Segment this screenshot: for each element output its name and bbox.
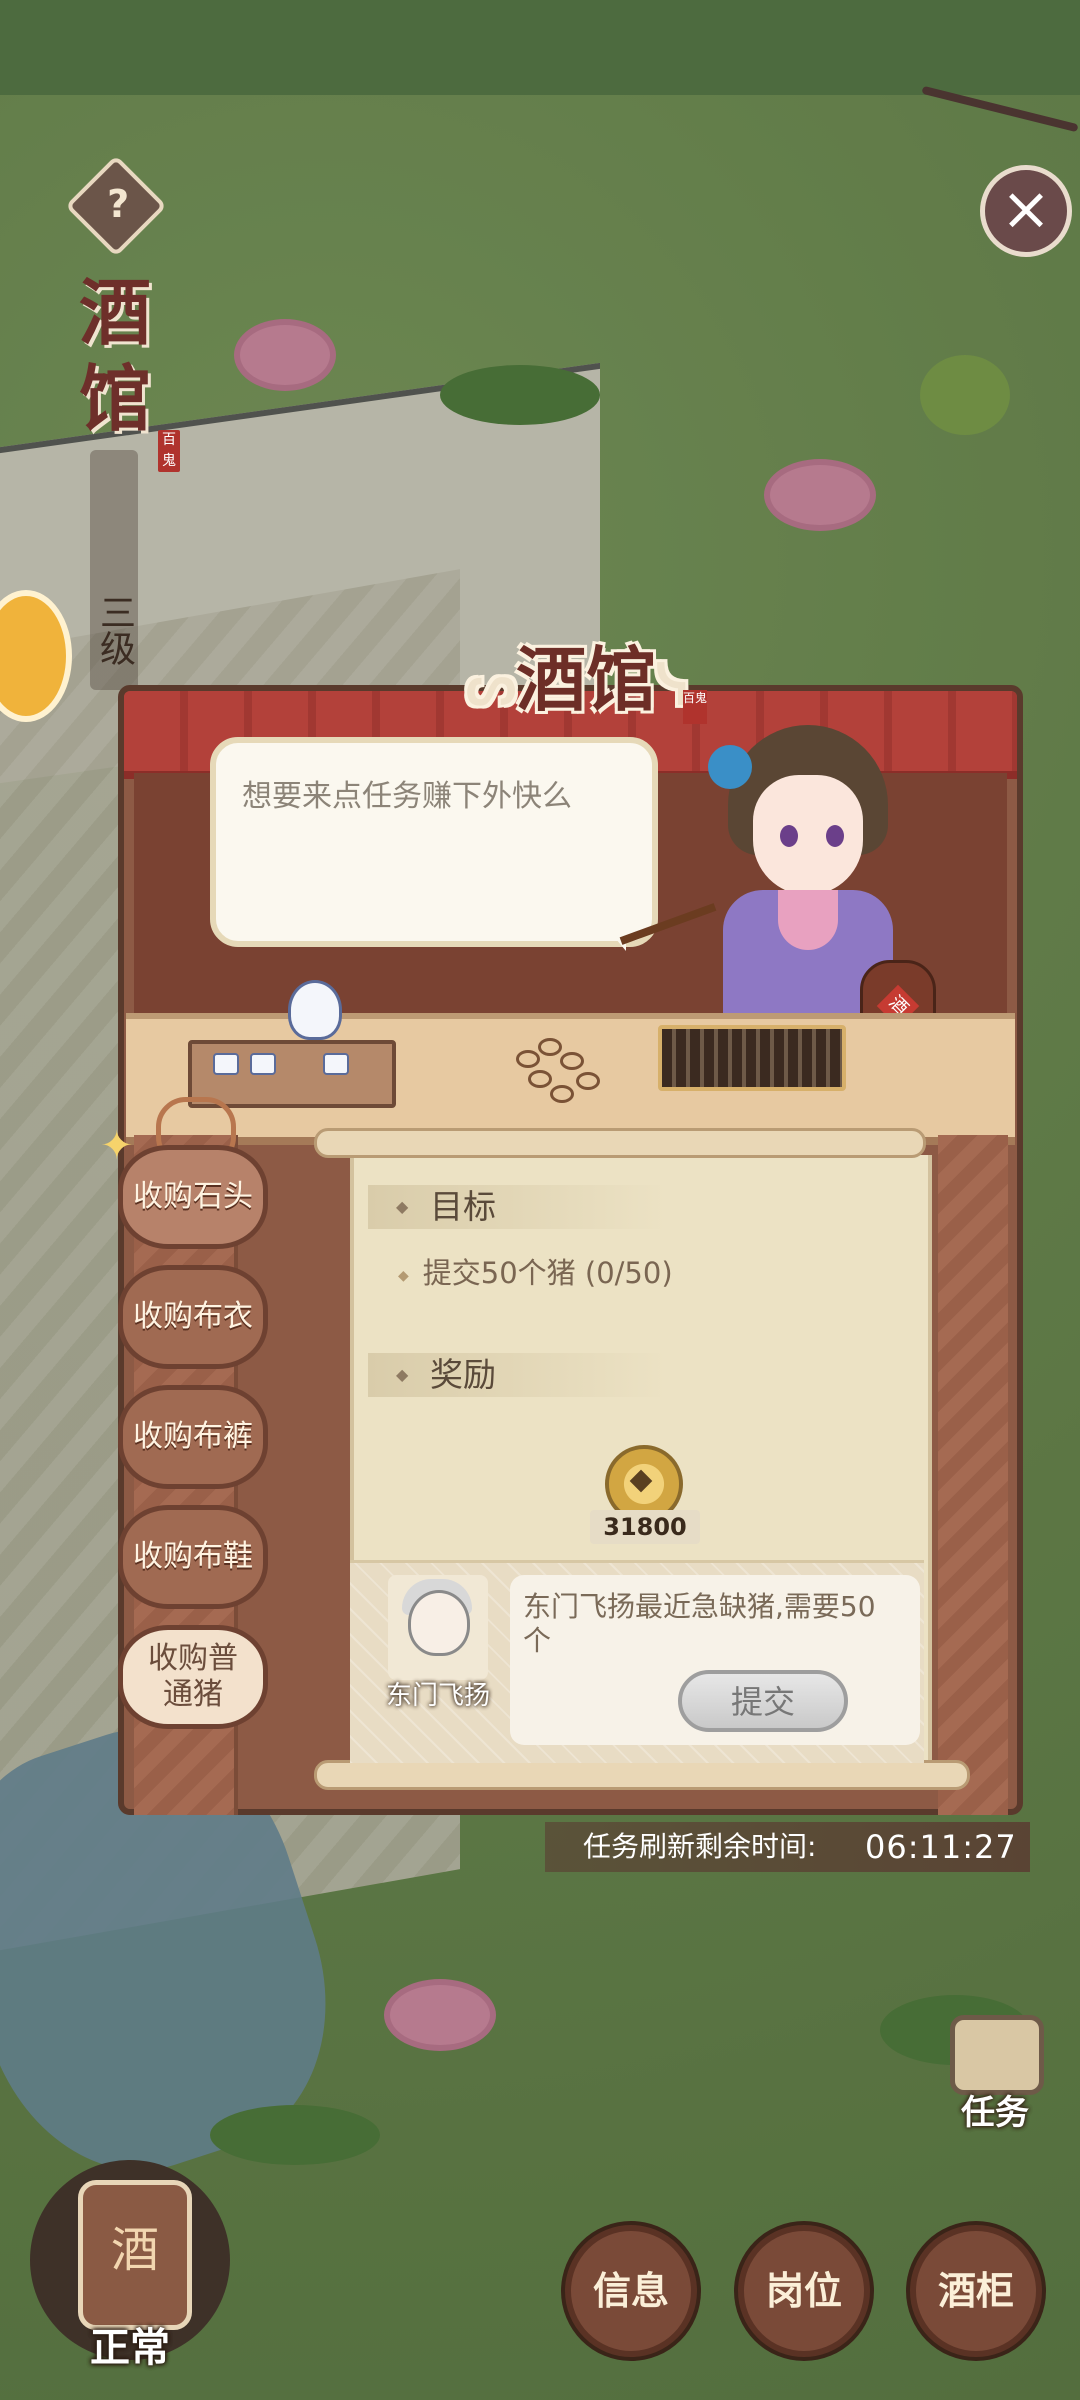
character-face — [753, 775, 863, 895]
task-tab-pig[interactable]: 收购普通猪 — [118, 1625, 268, 1729]
character-collar — [778, 890, 838, 950]
wine-jar-icon: 酒 — [78, 2180, 192, 2330]
task-tab-cloth-shirt[interactable]: 收购布衣 — [118, 1265, 268, 1369]
task-tab-stone[interactable]: 收购石头 — [118, 1145, 268, 1249]
right-pillar — [938, 1135, 1008, 1815]
task-tab-cloth-pants[interactable]: 收购布裤 — [118, 1385, 268, 1489]
top-status-bar — [0, 0, 1080, 95]
tasks-button[interactable]: 任务 — [940, 2015, 1050, 2135]
coins-pile — [516, 1030, 616, 1103]
scroll-icon — [950, 2015, 1044, 2095]
modal-title-text: 酒馆 — [516, 638, 657, 721]
building-title: 酒馆 — [78, 270, 151, 441]
speech-tail — [596, 915, 626, 951]
teacup-icon — [250, 1053, 276, 1075]
refresh-countdown: 06:11:27 — [865, 1828, 1017, 1866]
requester-avatar — [408, 1590, 470, 1656]
requester-message: 东门飞扬最近急缺猪,需要50个 — [523, 1590, 876, 1657]
reward-amount: 31800 — [590, 1510, 700, 1544]
modal-title: ᔕ酒馆ᓭ — [378, 625, 778, 735]
scroll-rod-top — [314, 1128, 926, 1158]
teacup-icon — [323, 1053, 349, 1075]
hair-flower — [708, 745, 752, 789]
info-button[interactable]: 信息 — [565, 2225, 697, 2357]
seal-stamp: 百鬼 — [158, 430, 180, 472]
abacus-icon — [658, 1025, 846, 1091]
speech-text: 想要来点任务赚下外快么 — [242, 779, 572, 814]
teapot-icon — [288, 980, 342, 1040]
wine-cabinet-button[interactable]: 酒柜 — [910, 2225, 1042, 2357]
cloud-swirl-icon: ᔕ — [466, 652, 517, 718]
close-icon: × — [1000, 174, 1052, 244]
building-level: 三级 — [90, 450, 138, 690]
character-eye — [780, 825, 798, 847]
tavern-status-button[interactable]: 酒 正常 — [30, 2150, 230, 2380]
goal-text: 提交50个猪 (0/50) — [398, 1250, 673, 1292]
goal-heading: 目标 — [368, 1185, 668, 1229]
title-seal: 百鬼 — [683, 690, 707, 724]
close-button[interactable]: × — [980, 165, 1072, 257]
reward-heading: 奖励 — [368, 1353, 668, 1397]
task-tab-cloth-shoes[interactable]: 收购布鞋 — [118, 1505, 268, 1609]
character-eye — [826, 825, 844, 847]
scroll-rod-bottom — [314, 1760, 970, 1790]
tavern-modal: ᔕ酒馆ᓭ 百鬼 想要来点任务赚下外快么 酒 目标 提交50个猪 (0/50) 奖… — [100, 638, 1023, 1820]
positions-button[interactable]: 岗位 — [738, 2225, 870, 2357]
status-label: 正常 — [90, 2325, 170, 2371]
refresh-timer-bar: 任务刷新剩余时间: 06:11:27 — [545, 1822, 1030, 1872]
teacup-icon — [213, 1053, 239, 1075]
question-icon: ? — [107, 181, 130, 226]
goal-text-value: 提交50个猪 (0/50) — [422, 1256, 673, 1290]
tasks-label: 任务 — [961, 2093, 1029, 2133]
requester-name: 东门飞扬 — [385, 1681, 490, 1711]
refresh-label: 任务刷新剩余时间: — [583, 1830, 817, 1863]
speech-bubble: 想要来点任务赚下外快么 — [210, 737, 658, 947]
submit-button[interactable]: 提交 — [678, 1670, 848, 1732]
